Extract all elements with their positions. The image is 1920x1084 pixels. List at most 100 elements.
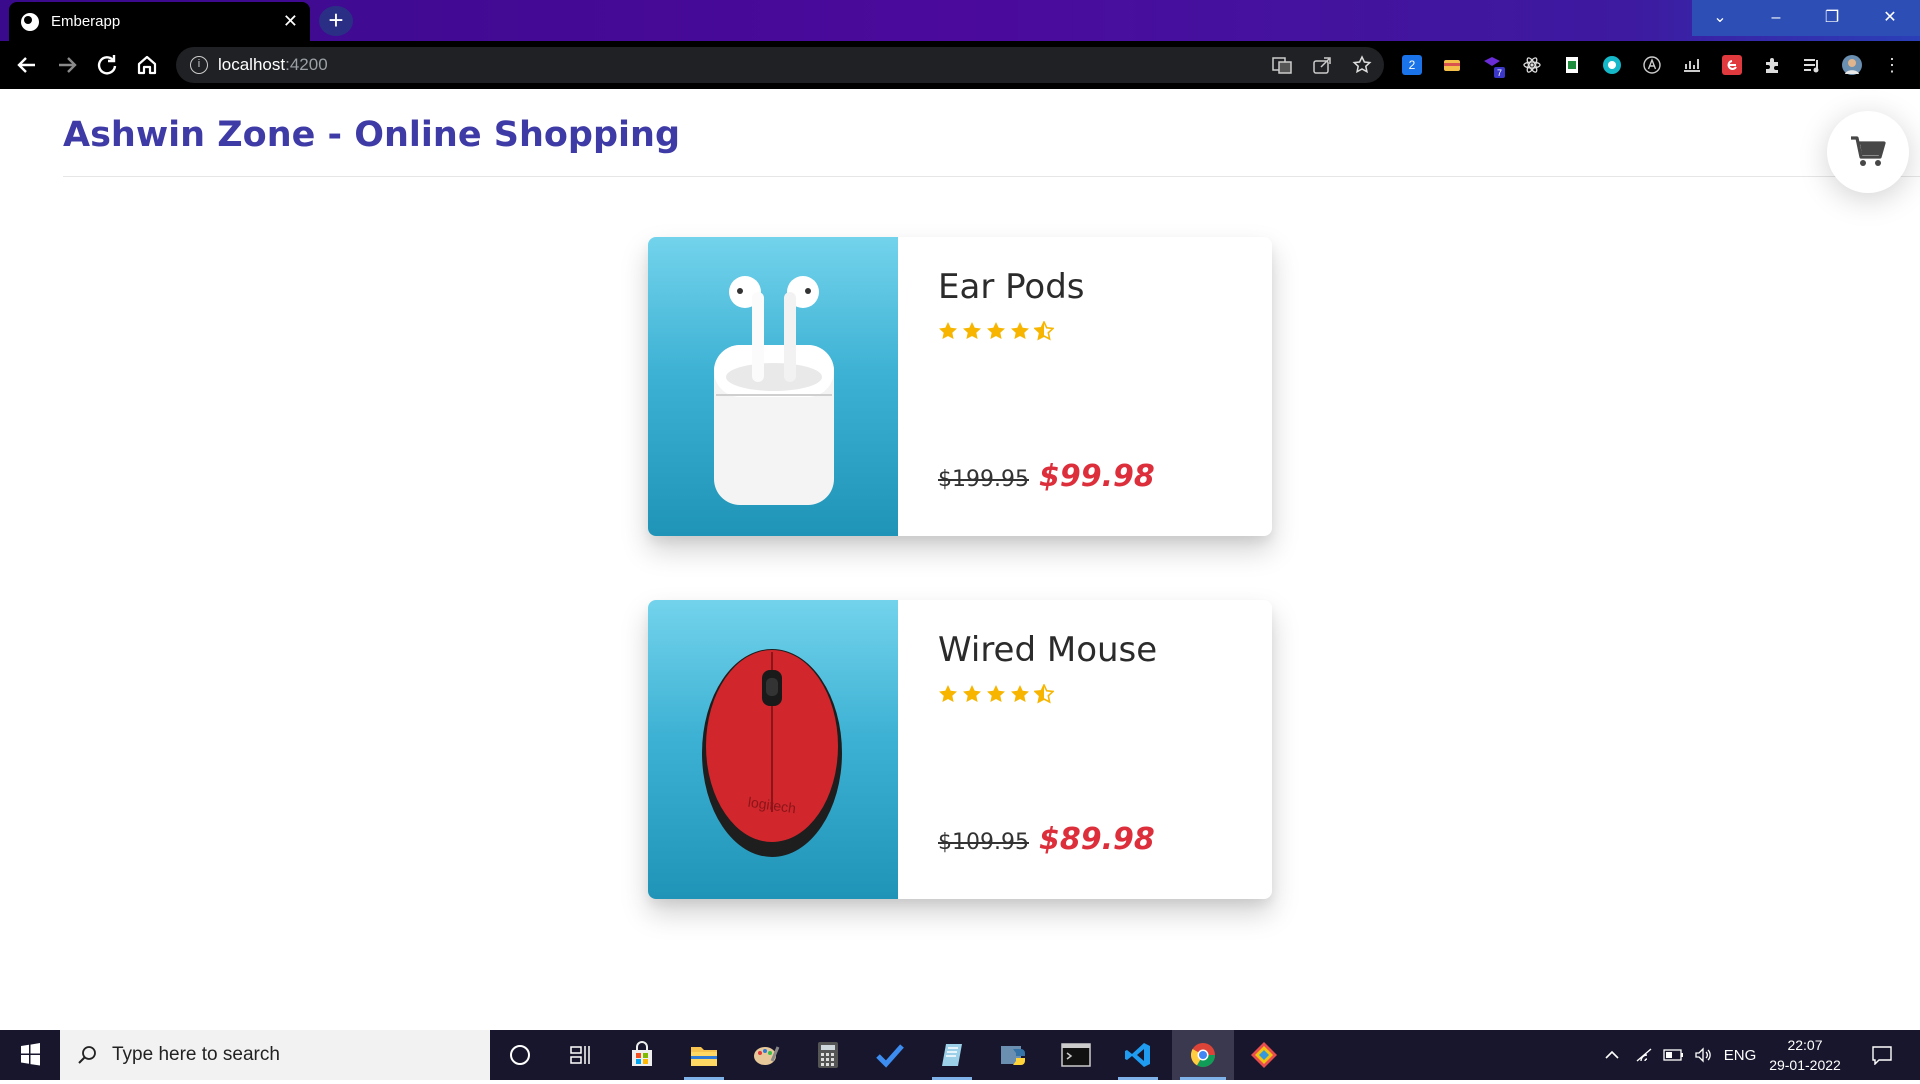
task-view-button[interactable] <box>552 1030 608 1080</box>
volume-icon[interactable] <box>1690 1030 1718 1080</box>
translate-icon[interactable] <box>1272 55 1292 75</box>
windows-taskbar: Type here to search ENG 22:07 29-01-2022 <box>0 1030 1920 1080</box>
browser-tab-strip: Emberapp ✕ + ⌄ – ❐ ✕ <box>0 0 1920 41</box>
cortana-button[interactable] <box>492 1030 548 1080</box>
language-indicator[interactable]: ENG <box>1720 1030 1760 1080</box>
price-row: $199.95 $99.98 <box>938 459 1155 494</box>
a-extension-icon[interactable] <box>1642 55 1662 75</box>
star-icon <box>963 322 981 339</box>
tab-close-button[interactable]: ✕ <box>283 11 298 32</box>
star-icon <box>939 322 957 339</box>
browser-menu-icon[interactable]: ⋮ <box>1882 55 1902 75</box>
reload-icon <box>97 55 117 75</box>
home-button[interactable] <box>131 49 163 81</box>
terminal-icon[interactable] <box>1048 1030 1104 1080</box>
star-icon <box>939 685 957 702</box>
teal-extension-icon[interactable] <box>1602 55 1622 75</box>
chrome-icon[interactable] <box>1172 1030 1234 1080</box>
clock-time: 22:07 <box>1787 1037 1823 1053</box>
forward-button[interactable] <box>51 49 83 81</box>
calculator-icon[interactable] <box>800 1030 856 1080</box>
rating-stars <box>938 321 1054 341</box>
header-divider <box>63 176 1920 177</box>
browser-toolbar: i localhost:4200 2 7 ⋮ <box>0 41 1920 89</box>
extension-7-badge: 7 <box>1497 68 1502 78</box>
taskbar-search[interactable]: Type here to search <box>60 1030 490 1080</box>
sale-price: $89.98 <box>1038 822 1155 857</box>
git-tool-icon[interactable] <box>1236 1030 1292 1080</box>
extensions-puzzle-icon[interactable] <box>1762 55 1782 75</box>
search-icon <box>78 1046 96 1064</box>
battery-icon[interactable] <box>1660 1030 1688 1080</box>
page-content: Ashwin Zone - Online Shopping Ear Pods $… <box>0 89 1920 1030</box>
vscode-icon[interactable] <box>1110 1030 1166 1080</box>
extension-card-icon[interactable] <box>1442 55 1462 75</box>
chevron-up-icon <box>1605 1050 1619 1059</box>
extension-purple-icon[interactable]: 7 <box>1482 55 1505 78</box>
cortana-circle-icon <box>510 1045 530 1065</box>
close-window-button[interactable]: ✕ <box>1860 0 1920 36</box>
star-half-icon <box>1034 684 1054 704</box>
restore-button[interactable]: ❐ <box>1804 0 1860 36</box>
home-icon <box>137 55 157 75</box>
star-icon <box>1011 685 1029 702</box>
task-view-icon <box>570 1046 590 1064</box>
taskbar-clock[interactable]: 22:07 29-01-2022 <box>1760 1035 1850 1075</box>
site-title: Ashwin Zone - Online Shopping <box>63 115 680 155</box>
info-icon[interactable]: i <box>190 56 208 74</box>
address-bar[interactable]: i localhost:4200 <box>176 47 1384 83</box>
product-name: Ear Pods <box>938 267 1085 307</box>
mouse-image: logitech <box>702 649 842 857</box>
earpods-image <box>714 276 834 505</box>
shopping-cart-icon <box>1851 136 1886 166</box>
document-extension-icon[interactable] <box>1562 55 1582 75</box>
star-icon <box>987 322 1005 339</box>
python-icon[interactable] <box>986 1030 1042 1080</box>
back-button[interactable] <box>11 49 43 81</box>
star-icon <box>1011 322 1029 339</box>
product-card[interactable]: logitech Wired Mouse $109.95 $89.98 <box>648 600 1272 899</box>
product-image-mouse[interactable]: logitech <box>648 600 898 899</box>
bookmark-star-icon[interactable] <box>1352 55 1372 75</box>
original-price: $199.95 <box>938 467 1029 492</box>
star-icon <box>987 685 1005 702</box>
original-price: $109.95 <box>938 830 1029 855</box>
sale-price: $99.98 <box>1038 459 1155 494</box>
minimize-button[interactable]: – <box>1748 0 1804 36</box>
share-icon[interactable] <box>1312 55 1332 75</box>
media-playlist-icon[interactable] <box>1802 55 1822 75</box>
windows-logo-icon <box>21 1043 40 1066</box>
paint-icon[interactable] <box>738 1030 794 1080</box>
product-name: Wired Mouse <box>938 630 1158 670</box>
microsoft-store-icon[interactable] <box>614 1030 670 1080</box>
new-tab-button[interactable]: + <box>319 6 353 36</box>
clock-date: 29-01-2022 <box>1769 1057 1841 1073</box>
tab-search-button[interactable]: ⌄ <box>1692 0 1748 36</box>
chart-extension-icon[interactable] <box>1682 55 1702 75</box>
url-host: localhost <box>218 55 286 74</box>
product-card[interactable]: Ear Pods $199.95 $99.98 <box>648 237 1272 536</box>
notes-app-icon[interactable] <box>924 1030 980 1080</box>
profile-avatar[interactable] <box>1842 55 1862 75</box>
show-hidden-icons-button[interactable] <box>1598 1030 1626 1080</box>
extension-2-icon[interactable]: 2 <box>1402 55 1422 75</box>
rating-stars <box>938 684 1054 704</box>
browser-tab[interactable]: Emberapp ✕ <box>9 2 310 41</box>
url-text: localhost:4200 <box>218 55 328 75</box>
reload-button[interactable] <box>91 49 123 81</box>
arrow-left-icon <box>17 57 35 73</box>
file-explorer-icon[interactable] <box>676 1030 732 1080</box>
url-port: :4200 <box>285 55 328 74</box>
wifi-icon[interactable] <box>1630 1030 1658 1080</box>
react-devtools-icon[interactable] <box>1522 55 1542 75</box>
cart-button[interactable] <box>1827 111 1909 193</box>
start-button[interactable] <box>0 1030 60 1080</box>
action-center-button[interactable] <box>1862 1030 1902 1080</box>
price-row: $109.95 $89.98 <box>938 822 1155 857</box>
star-icon <box>963 685 981 702</box>
todo-icon[interactable] <box>862 1030 918 1080</box>
arrow-right-icon <box>59 57 77 73</box>
product-image-earpods[interactable] <box>648 237 898 536</box>
red-extension-icon[interactable] <box>1722 55 1742 75</box>
star-half-icon <box>1034 321 1054 341</box>
